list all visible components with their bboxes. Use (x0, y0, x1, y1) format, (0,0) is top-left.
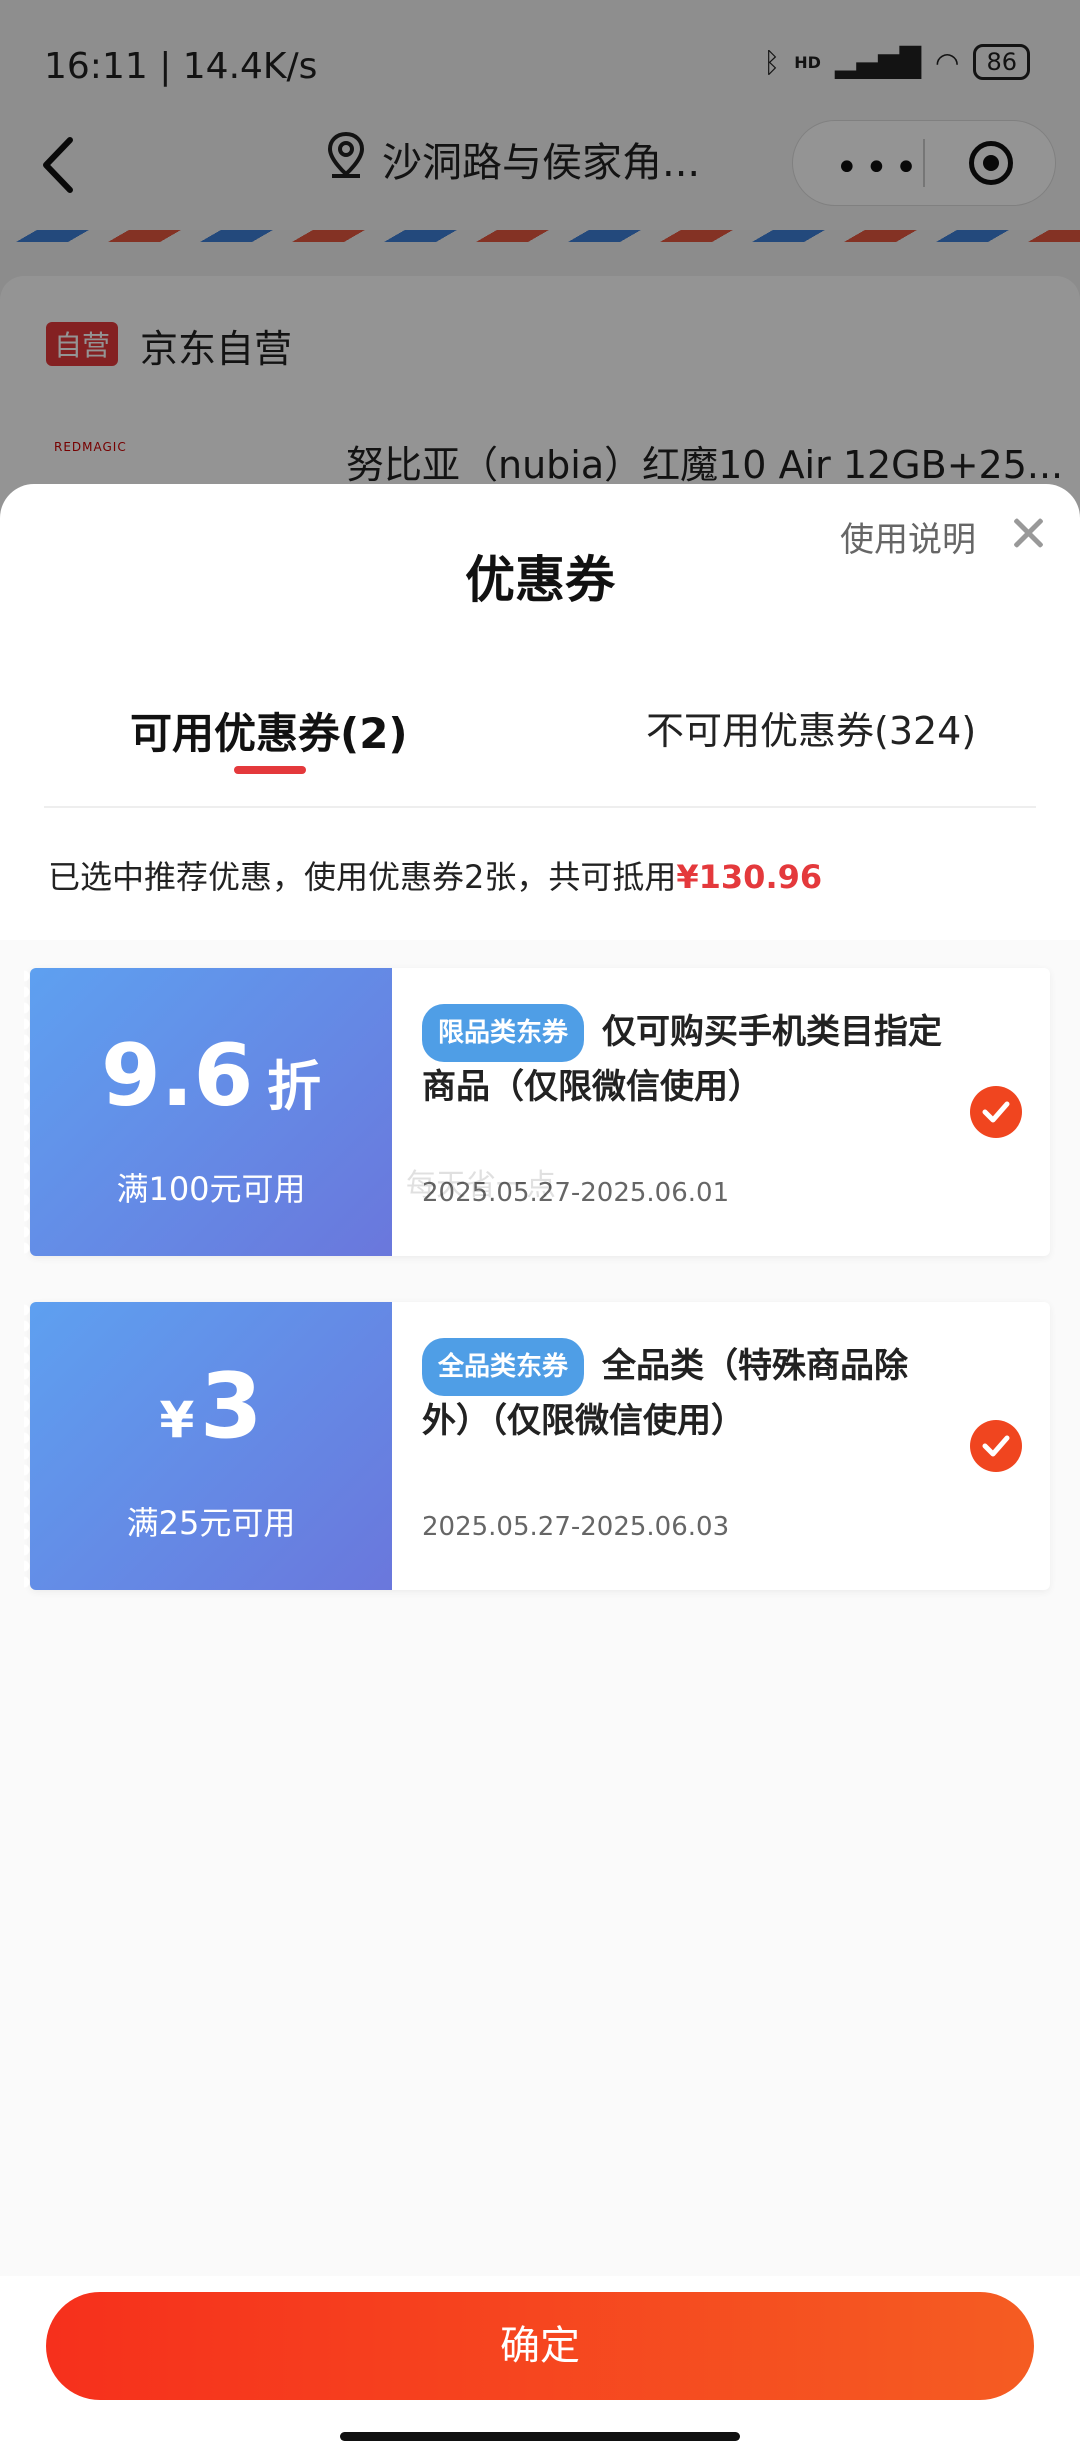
coupon-value: ¥ 3 (30, 1354, 392, 1459)
selection-summary: 已选中推荐优惠，使用优惠券2张，共可抵用¥130.96 (48, 852, 822, 898)
coupon-condition: 满100元可用 (116, 1170, 306, 1208)
summary-text: 已选中推荐优惠，使用优惠券2张，共可抵用 (48, 858, 677, 896)
home-indicator (340, 2432, 740, 2441)
checked-icon[interactable] (970, 1086, 1022, 1138)
coupon-value-panel: 9.6 折 满100元可用 (24, 968, 392, 1256)
coupon-info: 全品类东券 全品类（特殊商品除外）（仅限微信使用） 2025.05.27-2025… (392, 1302, 1050, 1590)
checked-icon[interactable] (970, 1420, 1022, 1472)
confirm-button[interactable]: 确定 (46, 2292, 1034, 2400)
coupon-discount-value: 9.6 (101, 1026, 254, 1126)
coupon-description: 限品类东券 仅可购买手机类目指定商品（仅限微信使用） (422, 1004, 942, 1112)
coupon-card[interactable]: ¥ 3 满25元可用 全品类东券 全品类（特殊商品除外）（仅限微信使用） 2025… (24, 1302, 1050, 1590)
watermark: 每天省一点 (406, 1168, 556, 1203)
coupon-tag: 限品类东券 (422, 1004, 585, 1062)
coupon-discount-unit: 折 (266, 1055, 321, 1118)
coupon-description: 全品类东券 全品类（特殊商品除外）（仅限微信使用） (422, 1338, 942, 1446)
coupon-value-panel: ¥ 3 满25元可用 (24, 1302, 392, 1590)
coupon-card[interactable]: 9.6 折 满100元可用 限品类东券 仅可购买手机类目指定商品（仅限微信使用） … (24, 968, 1050, 1256)
coupon-value: 9.6 折 (30, 1026, 392, 1126)
coupon-validity: 2025.05.27-2025.06.03 (422, 1512, 730, 1542)
coupon-currency: ¥ (159, 1391, 195, 1449)
coupon-tag: 全品类东券 (422, 1338, 585, 1396)
coupon-condition: 满25元可用 (126, 1504, 296, 1542)
tab-divider (44, 806, 1036, 808)
sheet-title: 优惠券 (465, 551, 615, 609)
summary-amount: ¥130.96 (676, 858, 823, 896)
tab-available-coupons[interactable]: 可用优惠券(2) (130, 700, 408, 761)
coupon-info: 限品类东券 仅可购买手机类目指定商品（仅限微信使用） 2025.05.27-202… (392, 968, 1050, 1256)
coupon-amount: 3 (199, 1354, 263, 1459)
tab-unavailable-coupons[interactable]: 不可用优惠券(324) (646, 700, 976, 755)
active-tab-indicator (234, 766, 306, 774)
